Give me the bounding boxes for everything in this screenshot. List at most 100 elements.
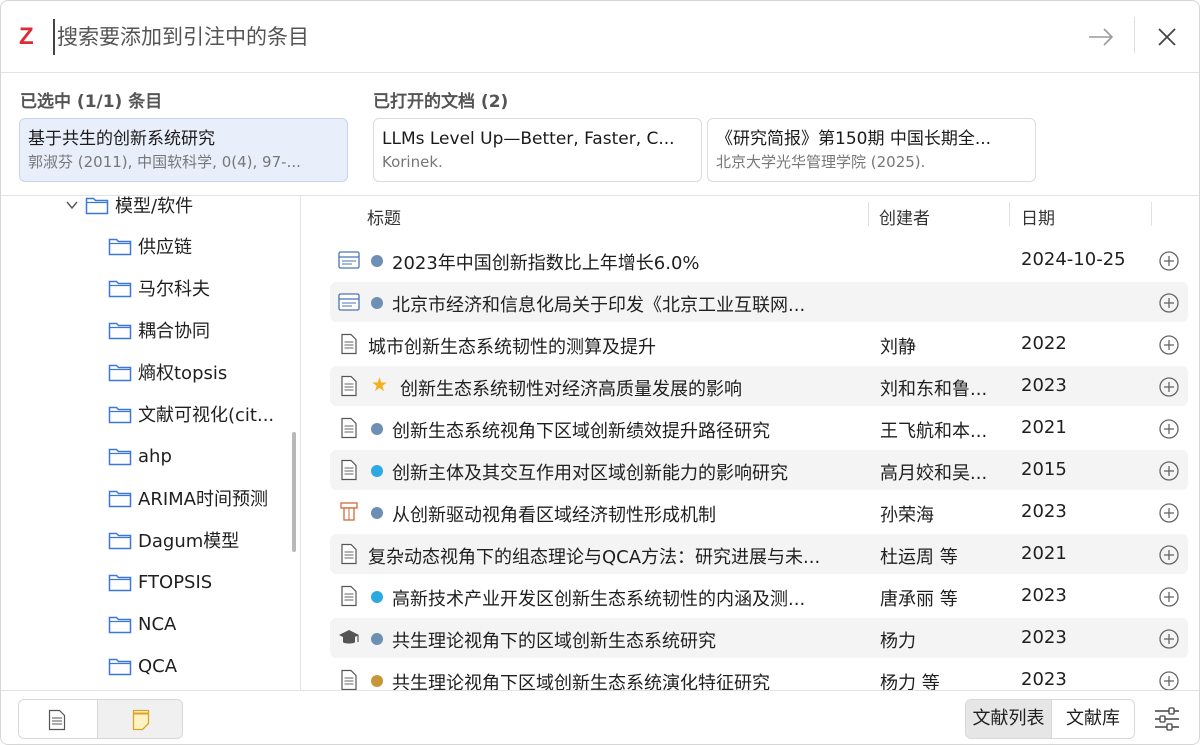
row-date: 2021 (1021, 543, 1067, 564)
tag-color-dot (371, 423, 383, 435)
row-title: 城市创新生态系统韧性的测算及提升 (368, 337, 656, 358)
selected-item-subtitle: 郭淑芬 (2011), 中国软科学, 0(4), 97-... (28, 153, 301, 171)
collection-item[interactable]: 马尔科夫 (108, 272, 210, 304)
table-row[interactable]: 2023年中国创新指数比上年增长6.0% 2024-10-25 (330, 240, 1188, 280)
collection-parent[interactable]: 模型/软件 (65, 196, 193, 221)
citation-dialog: Z 已选中 (1/1) 条目 已打开的文档 (2) 基于共生的创新系统研究 郭淑… (0, 0, 1200, 745)
add-citation-icon[interactable] (1158, 292, 1180, 314)
collection-label: ahp (138, 445, 172, 467)
row-date: 2023 (1021, 669, 1067, 690)
row-creator: 杜运周 等 (880, 547, 958, 568)
arrow-right-icon[interactable] (1085, 23, 1117, 51)
row-title: 创新生态系统韧性对经济高质量发展的影响 (400, 379, 742, 400)
folder-icon (108, 238, 132, 256)
row-title: 从创新驱动视角看区域经济韧性形成机制 (392, 505, 716, 526)
open-doc-title: LLMs Level Up—Better, Faster, C... (382, 129, 675, 149)
collection-item[interactable]: ahp (108, 440, 172, 472)
collection-item[interactable]: FTOPSIS (108, 566, 212, 598)
bottom-bar: 文献列表 文献库 (1, 690, 1199, 744)
table-row[interactable]: 复杂动态视角下的组态理论与QCA方法：研究进展与未... 杜运周 等 2021 (330, 534, 1188, 574)
table-row[interactable]: 共生理论视角下区域创新生态系统演化特征研究 杨力 等 2023 (330, 660, 1188, 690)
open-doc-card[interactable]: 《研究简报》第150期 中国长期全... 北京大学光华管理学院 (2025). (707, 118, 1036, 182)
table-row[interactable]: 北京市经济和信息化局关于印发《北京工业互联网... (330, 282, 1188, 322)
add-citation-icon[interactable] (1158, 334, 1180, 356)
folder-icon (108, 448, 132, 466)
column-date-header[interactable]: 日期 (1021, 204, 1055, 229)
table-row[interactable]: 城市创新生态系统韧性的测算及提升 刘静 2022 (330, 324, 1188, 364)
chevron-down-icon[interactable] (65, 198, 79, 212)
collection-item[interactable]: 供应链 (108, 230, 192, 262)
collection-label: 熵权topsis (138, 363, 228, 384)
table-row[interactable]: 高新技术产业开发区创新生态系统韧性的内涵及测... 唐承丽 等 2023 (330, 576, 1188, 616)
table-header: 标题 创建者 日期 (302, 196, 1199, 234)
view-toggle (18, 699, 183, 739)
collection-item[interactable]: 熵权topsis (108, 356, 227, 388)
collection-label: 供应链 (138, 237, 192, 258)
table-row[interactable]: 创新生态系统视角下区域创新绩效提升路径研究 王飞航和本... 2021 (330, 408, 1188, 448)
add-citation-icon[interactable] (1158, 544, 1180, 566)
add-citation-icon[interactable] (1158, 670, 1180, 690)
add-citation-icon[interactable] (1158, 502, 1180, 524)
table-row[interactable]: 共生理论视角下的区域创新生态系统研究 杨力 2023 (330, 618, 1188, 658)
sidebar-scrollbar[interactable] (292, 432, 296, 552)
conference-icon (338, 501, 360, 523)
zotero-logo-icon: Z (19, 23, 34, 50)
tag-color-dot (371, 297, 383, 309)
collection-item[interactable]: QCA (108, 650, 177, 682)
close-icon[interactable] (1153, 23, 1181, 51)
table-row[interactable]: 创新主体及其交互作用对区域创新能力的影响研究 高月姣和吴... 2015 (330, 450, 1188, 490)
collection-label: 马尔科夫 (138, 279, 210, 300)
notes-view-button[interactable] (99, 700, 182, 738)
webpage-icon (338, 291, 360, 313)
folder-icon (108, 364, 132, 382)
mode-library-button[interactable]: 文献库 (1052, 700, 1134, 738)
table-row[interactable]: ★ 创新生态系统韧性对经济高质量发展的影响 刘和东和鲁... 2023 (330, 366, 1188, 406)
document-icon (338, 669, 360, 690)
row-title: 创新主体及其交互作用对区域创新能力的影响研究 (392, 463, 788, 484)
open-doc-card[interactable]: LLMs Level Up—Better, Faster, C... Korin… (373, 118, 702, 182)
collection-item[interactable]: Dagum模型 (108, 524, 239, 556)
search-input[interactable] (53, 19, 1063, 55)
folder-icon (108, 658, 132, 676)
add-citation-icon[interactable] (1158, 376, 1180, 398)
folder-icon (108, 406, 132, 424)
star-icon: ★ (371, 374, 389, 396)
table-row[interactable]: 从创新驱动视角看区域经济韧性形成机制 孙荣海 2023 (330, 492, 1188, 532)
row-creator: 杨力 等 (880, 673, 940, 690)
column-creator-header[interactable]: 创建者 (879, 204, 930, 229)
mode-list-button[interactable]: 文献列表 (966, 700, 1052, 738)
add-citation-icon[interactable] (1158, 628, 1180, 650)
collection-item[interactable]: NCA (108, 608, 176, 640)
tag-color-dot (371, 255, 383, 267)
collection-label: QCA (138, 655, 178, 677)
thesis-icon (338, 627, 360, 649)
folder-icon (108, 322, 132, 340)
add-citation-icon[interactable] (1158, 460, 1180, 482)
add-citation-icon[interactable] (1158, 250, 1180, 272)
column-divider[interactable] (868, 202, 869, 226)
column-title-header[interactable]: 标题 (367, 204, 401, 229)
collection-label: FTOPSIS (138, 571, 213, 593)
row-title: 共生理论视角下区域创新生态系统演化特征研究 (392, 673, 770, 690)
collection-item[interactable]: 耦合协同 (108, 314, 210, 346)
row-date: 2023 (1021, 501, 1067, 522)
collection-item[interactable]: 文献可视化(cit... (108, 398, 274, 430)
document-icon (338, 585, 360, 607)
items-view-button[interactable] (19, 700, 98, 738)
add-citation-icon[interactable] (1158, 586, 1180, 608)
tag-color-dot (371, 465, 383, 477)
settings-sliders-icon[interactable] (1153, 706, 1181, 732)
folder-icon (108, 280, 132, 298)
tag-color-dot (371, 675, 383, 687)
column-divider[interactable] (1151, 202, 1152, 226)
document-icon (338, 459, 360, 481)
toolbar-divider (1134, 17, 1135, 53)
document-icon (338, 543, 360, 565)
column-divider[interactable] (1009, 202, 1010, 226)
collection-item[interactable]: ARIMA时间预测 (108, 482, 268, 514)
folder-icon (108, 490, 132, 508)
selected-item-card[interactable]: 基于共生的创新系统研究 郭淑芬 (2011), 中国软科学, 0(4), 97-… (19, 118, 348, 182)
add-citation-icon[interactable] (1158, 418, 1180, 440)
tag-color-dot (371, 591, 383, 603)
open-docs-heading: 已打开的文档 (2) (373, 92, 509, 112)
